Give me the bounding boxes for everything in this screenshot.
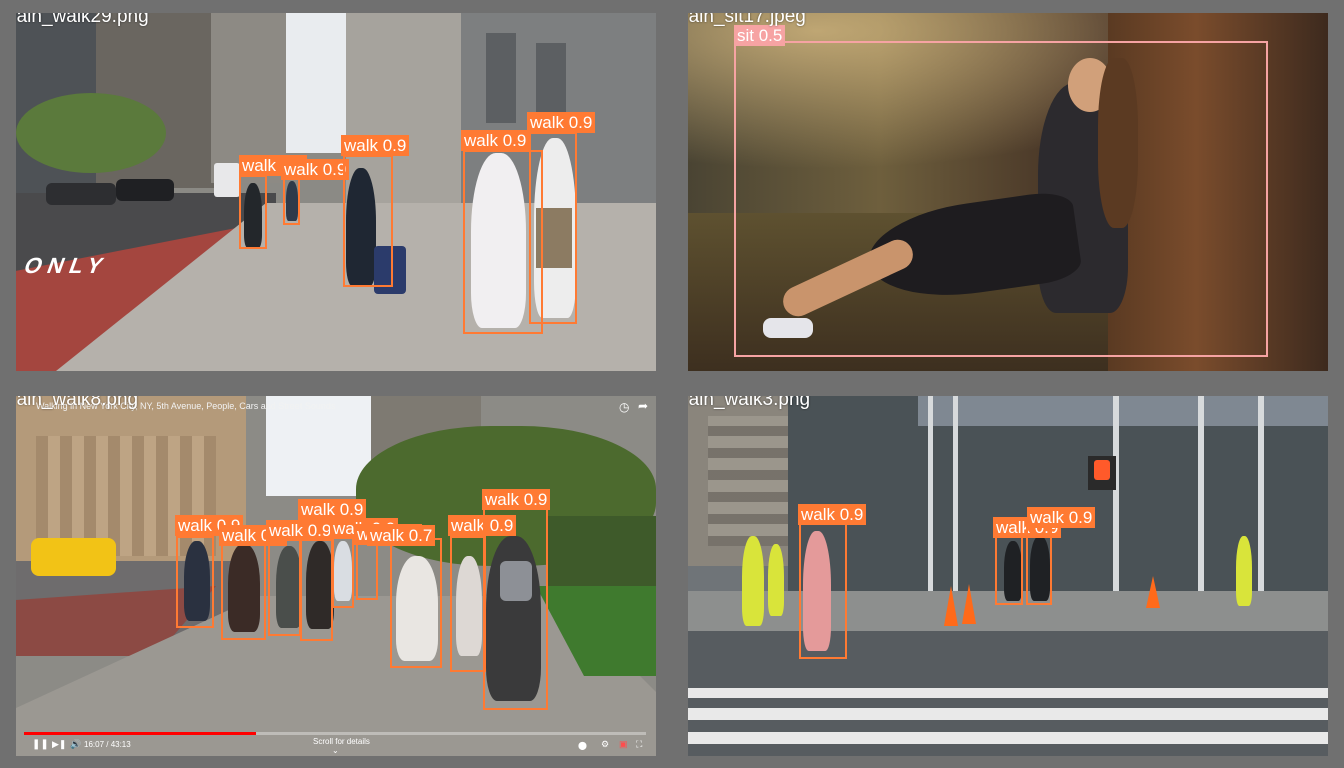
fullscreen-icon[interactable]: ⛶ xyxy=(636,739,642,750)
image-filename: train_walk29.png xyxy=(16,13,149,27)
autoplay-toggle-icon[interactable]: ⬤ xyxy=(578,741,587,750)
captions-icon[interactable]: ▣ xyxy=(619,739,628,750)
detection-box xyxy=(734,41,1268,357)
detection-label: walk 0.9 xyxy=(281,159,350,180)
detection-label: walk 0.9 xyxy=(461,130,530,151)
detection-label: walk 0.7 xyxy=(367,525,436,546)
detection-box xyxy=(450,536,486,672)
image-filename: train_walk8.png xyxy=(16,396,139,410)
scroll-hint[interactable]: Scroll for details xyxy=(313,737,370,746)
detection-box xyxy=(343,155,393,287)
video-progress-bar[interactable] xyxy=(24,732,646,735)
detection-box xyxy=(239,175,267,249)
pause-icon[interactable]: ❚❚ xyxy=(32,739,49,750)
detection-box xyxy=(332,536,354,608)
watch-later-icon[interactable]: ◷ xyxy=(619,400,629,414)
detection-label: sit 0.5 xyxy=(734,25,786,46)
detection-label: walk 0.9 xyxy=(1027,507,1096,528)
detection-box xyxy=(529,132,577,324)
video-time: 16:07 / 43:13 xyxy=(84,740,131,749)
detection-box xyxy=(483,508,548,710)
detection-box xyxy=(995,534,1023,605)
detection-label: walk 0.9 xyxy=(482,489,551,510)
image-filename: train_sit17.jpeg xyxy=(688,13,806,27)
chevron-down-icon[interactable]: ⌄ xyxy=(332,746,339,755)
detection-box xyxy=(176,536,214,628)
panel-train-walk8: Walking in New York City, NY, 5th Avenue… xyxy=(16,396,656,756)
panel-train-walk29: ONLY walk 0.9 walk 0.9 walk 0.9 walk 0.9… xyxy=(16,13,656,371)
image-filename: train_walk3.png xyxy=(688,396,811,410)
detection-box xyxy=(390,538,442,668)
detection-label: walk 0.9 xyxy=(298,499,367,520)
detection-box xyxy=(221,538,266,640)
panel-train-walk3: walk 0.9 walk 0.9 walk 0.9 train_walk3.p… xyxy=(688,396,1328,756)
detection-box xyxy=(799,523,847,659)
next-icon[interactable]: ▶❚ xyxy=(52,739,66,750)
panel-train-sit17: sit 0.5 train_sit17.jpeg xyxy=(688,13,1328,371)
detection-box xyxy=(356,538,378,600)
detection-label: walk 0.9 xyxy=(341,135,410,156)
share-icon[interactable]: ➦ xyxy=(638,399,648,413)
detection-label: walk 0.9 xyxy=(798,504,867,525)
detection-label: walk 0.9 xyxy=(527,112,596,133)
detection-box xyxy=(1026,524,1052,605)
settings-icon[interactable]: ⚙ xyxy=(601,739,609,750)
detection-box xyxy=(268,538,301,636)
volume-icon[interactable]: 🔊 xyxy=(70,739,81,750)
detection-box xyxy=(283,175,300,225)
detection-box xyxy=(300,536,333,641)
